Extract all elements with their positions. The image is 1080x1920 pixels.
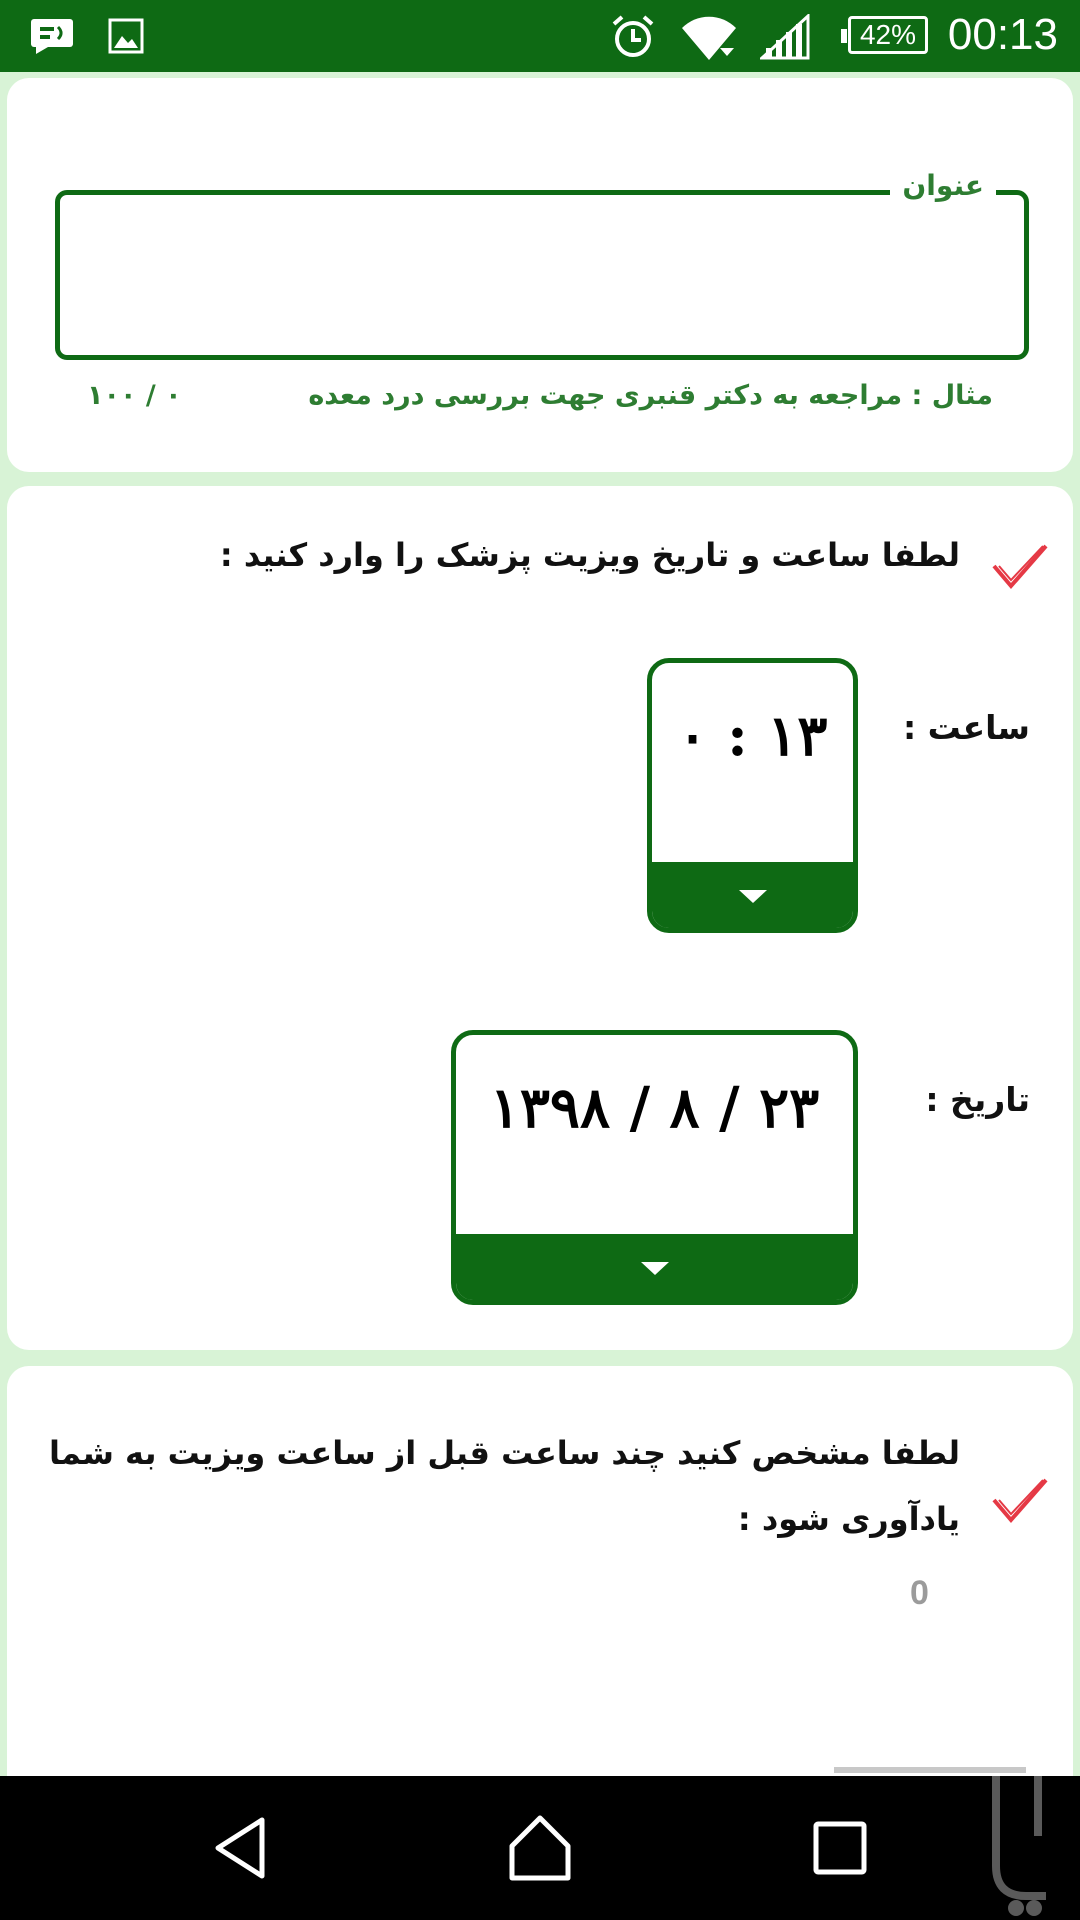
bazaar-logo <box>976 1756 1056 1920</box>
status-bar: 42% 00:13 <box>0 0 1080 72</box>
battery-indicator: 42% <box>841 16 928 54</box>
chevron-down-icon <box>738 890 767 903</box>
title-label: عنوان <box>890 169 996 202</box>
recents-icon[interactable] <box>800 1808 880 1888</box>
visit-card: لطفا ساعت و تاریخ ویزیت پزشک را وارد کنی… <box>7 486 1073 1350</box>
time-label: ساعت : <box>902 708 1030 747</box>
date-picker[interactable]: ۲۳ / ۸ / ۱۳۹۸ <box>451 1030 858 1305</box>
clock: 00:13 <box>947 10 1058 59</box>
date-picker-dropdown[interactable] <box>456 1234 853 1300</box>
title-char-counter: ۰ / ۱۰۰ <box>87 380 182 411</box>
content-area: عنوان مثال : مراجعه به دکتر قنبری جهت بر… <box>0 72 1080 1776</box>
reminder-card: لطفا مشخص کنید چند ساعت قبل از ساعت ویزی… <box>7 1366 1073 1776</box>
wifi-icon <box>680 12 738 66</box>
check-icon <box>991 1476 1049 1528</box>
title-helper-text: مثال : مراجعه به دکتر قنبری جهت بررسی در… <box>308 380 993 411</box>
chevron-down-icon <box>640 1262 669 1275</box>
time-value: ۱۳ : ۰ <box>677 703 828 769</box>
time-picker[interactable]: ۱۳ : ۰ <box>647 658 858 933</box>
message-icon <box>30 18 78 58</box>
title-card: عنوان مثال : مراجعه به دکتر قنبری جهت بر… <box>7 78 1073 472</box>
title-input[interactable]: عنوان <box>55 169 1029 360</box>
visit-prompt: لطفا ساعت و تاریخ ویزیت پزشک را وارد کنی… <box>219 536 960 574</box>
check-icon <box>991 542 1049 594</box>
home-icon[interactable] <box>500 1808 580 1888</box>
reminder-hours-input[interactable]: 0 <box>910 1574 929 1613</box>
date-label: تاریخ : <box>925 1080 1030 1119</box>
time-picker-dropdown[interactable] <box>652 862 853 928</box>
signal-icon <box>758 12 810 64</box>
reminder-prompt-line2: یادآوری شود : <box>737 1500 960 1538</box>
back-icon[interactable] <box>204 1808 284 1888</box>
date-value: ۲۳ / ۸ / ۱۳۹۸ <box>489 1075 820 1141</box>
navigation-bar <box>0 1776 1080 1920</box>
reminder-prompt-line1: لطفا مشخص کنید چند ساعت قبل از ساعت ویزی… <box>48 1434 960 1472</box>
alarm-icon <box>610 14 656 64</box>
image-icon <box>108 18 144 58</box>
